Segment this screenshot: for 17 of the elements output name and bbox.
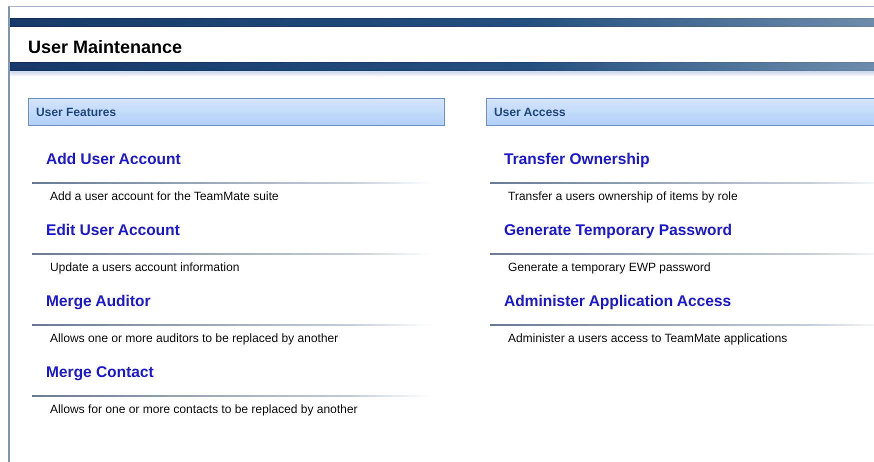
feature-description: Update a users account information xyxy=(50,259,240,275)
feature-link[interactable]: Edit User Account xyxy=(46,221,180,241)
section-header: User Features xyxy=(28,98,445,126)
feature-link[interactable]: Merge Contact xyxy=(46,363,154,383)
feature-description: Allows for one or more contacts to be replaced by another xyxy=(50,401,358,417)
feature-link[interactable]: Generate Temporary Password xyxy=(504,221,732,241)
feature-link[interactable]: Administer Application Access xyxy=(504,292,732,312)
feature-link[interactable]: Transfer Ownership xyxy=(504,150,650,170)
feature-description: Administer a users access to TeamMate applications xyxy=(508,330,788,346)
feature-link[interactable]: Merge Auditor xyxy=(46,292,150,312)
feature-description: Generate a temporary EWP password xyxy=(508,259,711,275)
feature-link[interactable]: Add User Account xyxy=(46,150,181,170)
section-header: User Access xyxy=(486,98,874,126)
feature-description: Allows one or more auditors to be replaced by another xyxy=(50,330,338,346)
page-title: User Maintenance xyxy=(27,36,182,59)
feature-description: Transfer a users ownership of items by role xyxy=(508,188,738,204)
feature-description: Add a user account for the TeamMate suite xyxy=(50,188,279,204)
